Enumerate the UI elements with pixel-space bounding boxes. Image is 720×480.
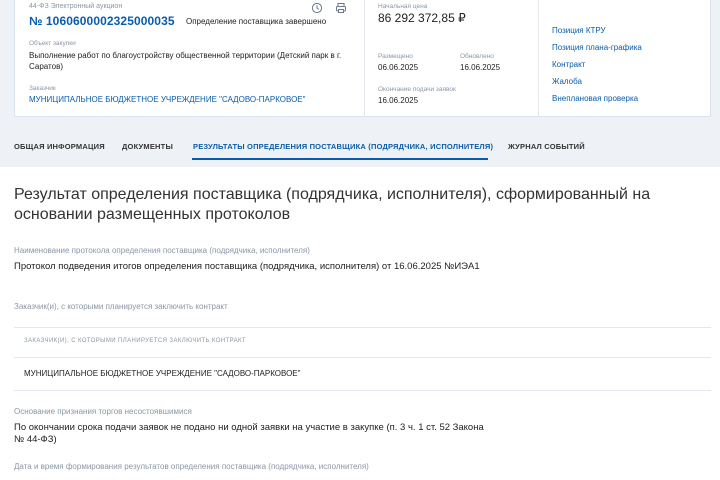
updated-label: Обновлено [460,53,494,60]
tab-documents[interactable]: ДОКУМЕНТЫ [122,142,173,151]
procedure-type: 44-ФЗ Электронный аукцион [29,3,123,10]
stage-status: Определение поставщика завершено [186,17,327,26]
history-icon[interactable] [311,2,323,14]
customer-link[interactable]: МУНИЦИПАЛЬНОЕ БЮДЖЕТНОЕ УЧРЕЖДЕНИЕ "САДО… [29,94,305,105]
table-row: МУНИЦИПАЛЬНОЕ БЮДЖЕТНОЕ УЧРЕЖДЕНИЕ "САДО… [24,369,301,378]
price-label: Начальная цена [378,3,428,10]
failure-label: Основание признания торгов несостоявшими… [14,407,192,416]
object-label: Объект закупки [29,40,76,47]
datetime-label: Дата и время формирования результатов оп… [14,462,369,471]
customers-label: Заказчик(и), с которыми планируется закл… [14,302,228,311]
placed-label: Размещено [378,53,413,60]
table-border [14,357,711,358]
column-divider [364,0,365,117]
table-border [14,390,711,391]
customer-label: Заказчик [29,85,56,92]
updated-value: 16.06.2025 [460,63,501,72]
table-border [14,327,711,328]
failure-value: По окончании срока подачи заявок не пода… [14,422,484,445]
protocol-label: Наименование протокола определения поста… [14,246,310,255]
table-header: ЗАКАЗЧИК(И), С КОТОРЫМИ ПЛАНИРУЕТСЯ ЗАКЛ… [24,338,246,344]
column-divider [538,0,539,117]
price-value: 86 292 372,85 ₽ [378,11,466,25]
active-tab-indicator [192,158,488,160]
link-unscheduled-inspection[interactable]: Внеплановая проверка [552,94,638,103]
tab-general-info[interactable]: ОБЩАЯ ИНФОРМАЦИЯ [14,142,105,151]
deadline-label: Окончание подачи заявок [378,86,456,93]
tab-bar: ОБЩАЯ ИНФОРМАЦИЯ ДОКУМЕНТЫ РЕЗУЛЬТАТЫ ОП… [0,129,720,161]
object-value: Выполнение работ по благоустройству обще… [29,51,342,71]
link-contract[interactable]: Контракт [552,60,585,69]
tab-supplier-results[interactable]: РЕЗУЛЬТАТЫ ОПРЕДЕЛЕНИЯ ПОСТАВЩИКА (ПОДРЯ… [193,142,493,151]
protocol-link[interactable]: Протокол подведения итогов определения п… [14,261,494,273]
deadline-value: 16.06.2025 [378,96,419,105]
tab-event-log[interactable]: ЖУРНАЛ СОБЫТИЙ [508,142,585,151]
link-ktru[interactable]: Позиция КТРУ [552,26,606,35]
placed-value: 06.06.2025 [378,63,419,72]
link-complaint[interactable]: Жалоба [552,77,582,86]
registry-number[interactable]: № 1060600002325000035 [29,14,175,28]
print-icon[interactable] [335,2,347,14]
results-panel: Результат определения поставщика (подряд… [0,167,720,480]
page-title: Результат определения поставщика (подряд… [14,186,651,223]
link-plan-schedule[interactable]: Позиция плана-графика [552,43,642,52]
purchase-summary-card: 44-ФЗ Электронный аукцион № 106060000232… [14,0,711,117]
